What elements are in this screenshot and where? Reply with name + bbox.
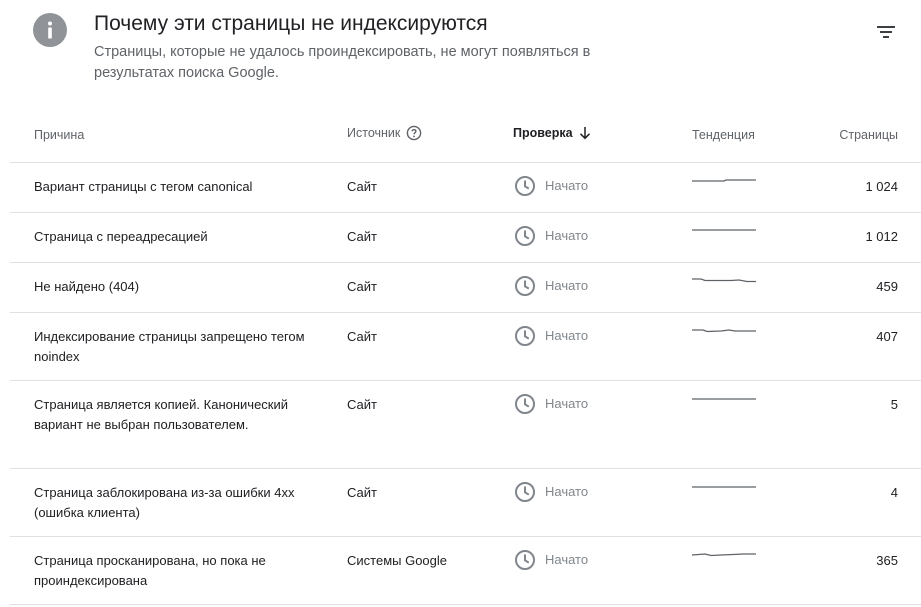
row-pages: 407 xyxy=(876,329,898,344)
page-subtitle: Страницы, которые не удалось проиндексир… xyxy=(94,44,591,81)
row-source: Сайт xyxy=(347,485,377,500)
row-status: Начато xyxy=(513,324,588,348)
clock-icon xyxy=(515,226,535,246)
row-status: Начато xyxy=(513,224,588,248)
table-header: Причина Источник Проверка Тенденция Стра… xyxy=(10,105,921,163)
row-status-label: Начато xyxy=(545,228,589,243)
clock-icon xyxy=(515,550,535,570)
table-row[interactable]: Не найдено (404) Сайт Начато 459 xyxy=(10,263,921,313)
row-reason: Вариант страницы с тегом canonical xyxy=(34,179,253,194)
clock-icon xyxy=(515,482,535,502)
trend-sparkline xyxy=(692,486,756,488)
trend-sparkline xyxy=(692,398,756,400)
row-source: Сайт xyxy=(347,397,377,412)
column-header-check-label: Проверка xyxy=(513,126,573,140)
clock-icon xyxy=(515,276,535,296)
filter-icon xyxy=(877,26,895,38)
trend-sparkline xyxy=(692,179,756,182)
row-pages: 4 xyxy=(890,485,898,500)
row-source: Сайт xyxy=(347,229,377,244)
clock-icon xyxy=(515,394,535,414)
row-status: Начато xyxy=(513,174,588,198)
column-header-source[interactable]: Источник xyxy=(347,125,422,141)
table-row[interactable]: Вариант страницы с тегом canonical Сайт На… xyxy=(10,163,921,213)
indexing-issues-card: Почему эти страницы не индексируются Стр… xyxy=(0,0,921,607)
row-status-label: Начато xyxy=(545,396,589,411)
page-title: Почему эти страницы не индексируются xyxy=(94,12,488,35)
column-header-pages[interactable]: Страницы xyxy=(839,128,898,142)
row-status: Начато xyxy=(513,480,588,504)
trend-sparkline xyxy=(692,229,756,231)
table-row[interactable]: Индексирование страницы запрещено тегом … xyxy=(10,313,921,381)
row-pages: 459 xyxy=(876,279,898,294)
row-pages: 1 012 xyxy=(865,229,898,244)
row-source: Сайт xyxy=(347,329,377,344)
column-header-source-label: Источник xyxy=(347,126,401,140)
row-pages: 365 xyxy=(876,553,898,568)
column-header-check[interactable]: Проверка xyxy=(513,125,593,141)
trend-sparkline xyxy=(692,329,756,333)
table-row[interactable]: Страница заблокирована из-за ошибки 4xx … xyxy=(10,469,921,537)
row-status-label: Начато xyxy=(545,484,589,499)
issues-table: Причина Источник Проверка Тенденция Стра… xyxy=(10,105,921,605)
row-reason: Страница с переадресацией xyxy=(34,229,208,244)
row-status: Начато xyxy=(513,548,588,572)
info-icon xyxy=(33,13,67,47)
table-row[interactable]: Страница с переадресацией Сайт Начато 1 012 xyxy=(10,213,921,263)
row-reason: Индексирование страницы запрещено тегом … xyxy=(34,329,305,364)
row-status-label: Начато xyxy=(545,278,589,293)
row-reason: Страница заблокирована из-за ошибки 4xx … xyxy=(34,485,295,520)
row-status: Начато xyxy=(513,274,588,298)
column-header-trend: Тенденция xyxy=(692,128,755,142)
row-status: Начато xyxy=(513,392,588,416)
clock-icon xyxy=(515,176,535,196)
row-source: Сайт xyxy=(347,179,377,194)
help-icon[interactable] xyxy=(406,125,422,141)
row-status-label: Начато xyxy=(545,552,589,567)
trend-sparkline xyxy=(691,553,756,557)
row-status-label: Начато xyxy=(545,178,589,193)
row-status-label: Начато xyxy=(545,328,589,343)
arrow-down-icon xyxy=(579,127,590,140)
filter-button[interactable] xyxy=(870,20,902,44)
table-row[interactable]: Страница является копией. Канонический в… xyxy=(10,381,921,469)
row-reason: Страница является копией. Канонический в… xyxy=(34,397,289,432)
row-reason: Страница просканирована, но пока не прои… xyxy=(34,553,266,588)
row-pages: 5 xyxy=(890,397,898,412)
table-row[interactable]: Страница просканирована, но пока не прои… xyxy=(10,537,921,605)
row-pages: 1 024 xyxy=(865,179,898,194)
info-glyph xyxy=(48,21,52,39)
trend-sparkline xyxy=(692,278,756,283)
row-reason: Не найдено (404) xyxy=(34,279,140,294)
row-source: Сайт xyxy=(347,279,377,294)
clock-icon xyxy=(515,326,535,346)
row-source: Системы Google xyxy=(347,553,448,568)
column-header-reason[interactable]: Причина xyxy=(34,128,84,142)
